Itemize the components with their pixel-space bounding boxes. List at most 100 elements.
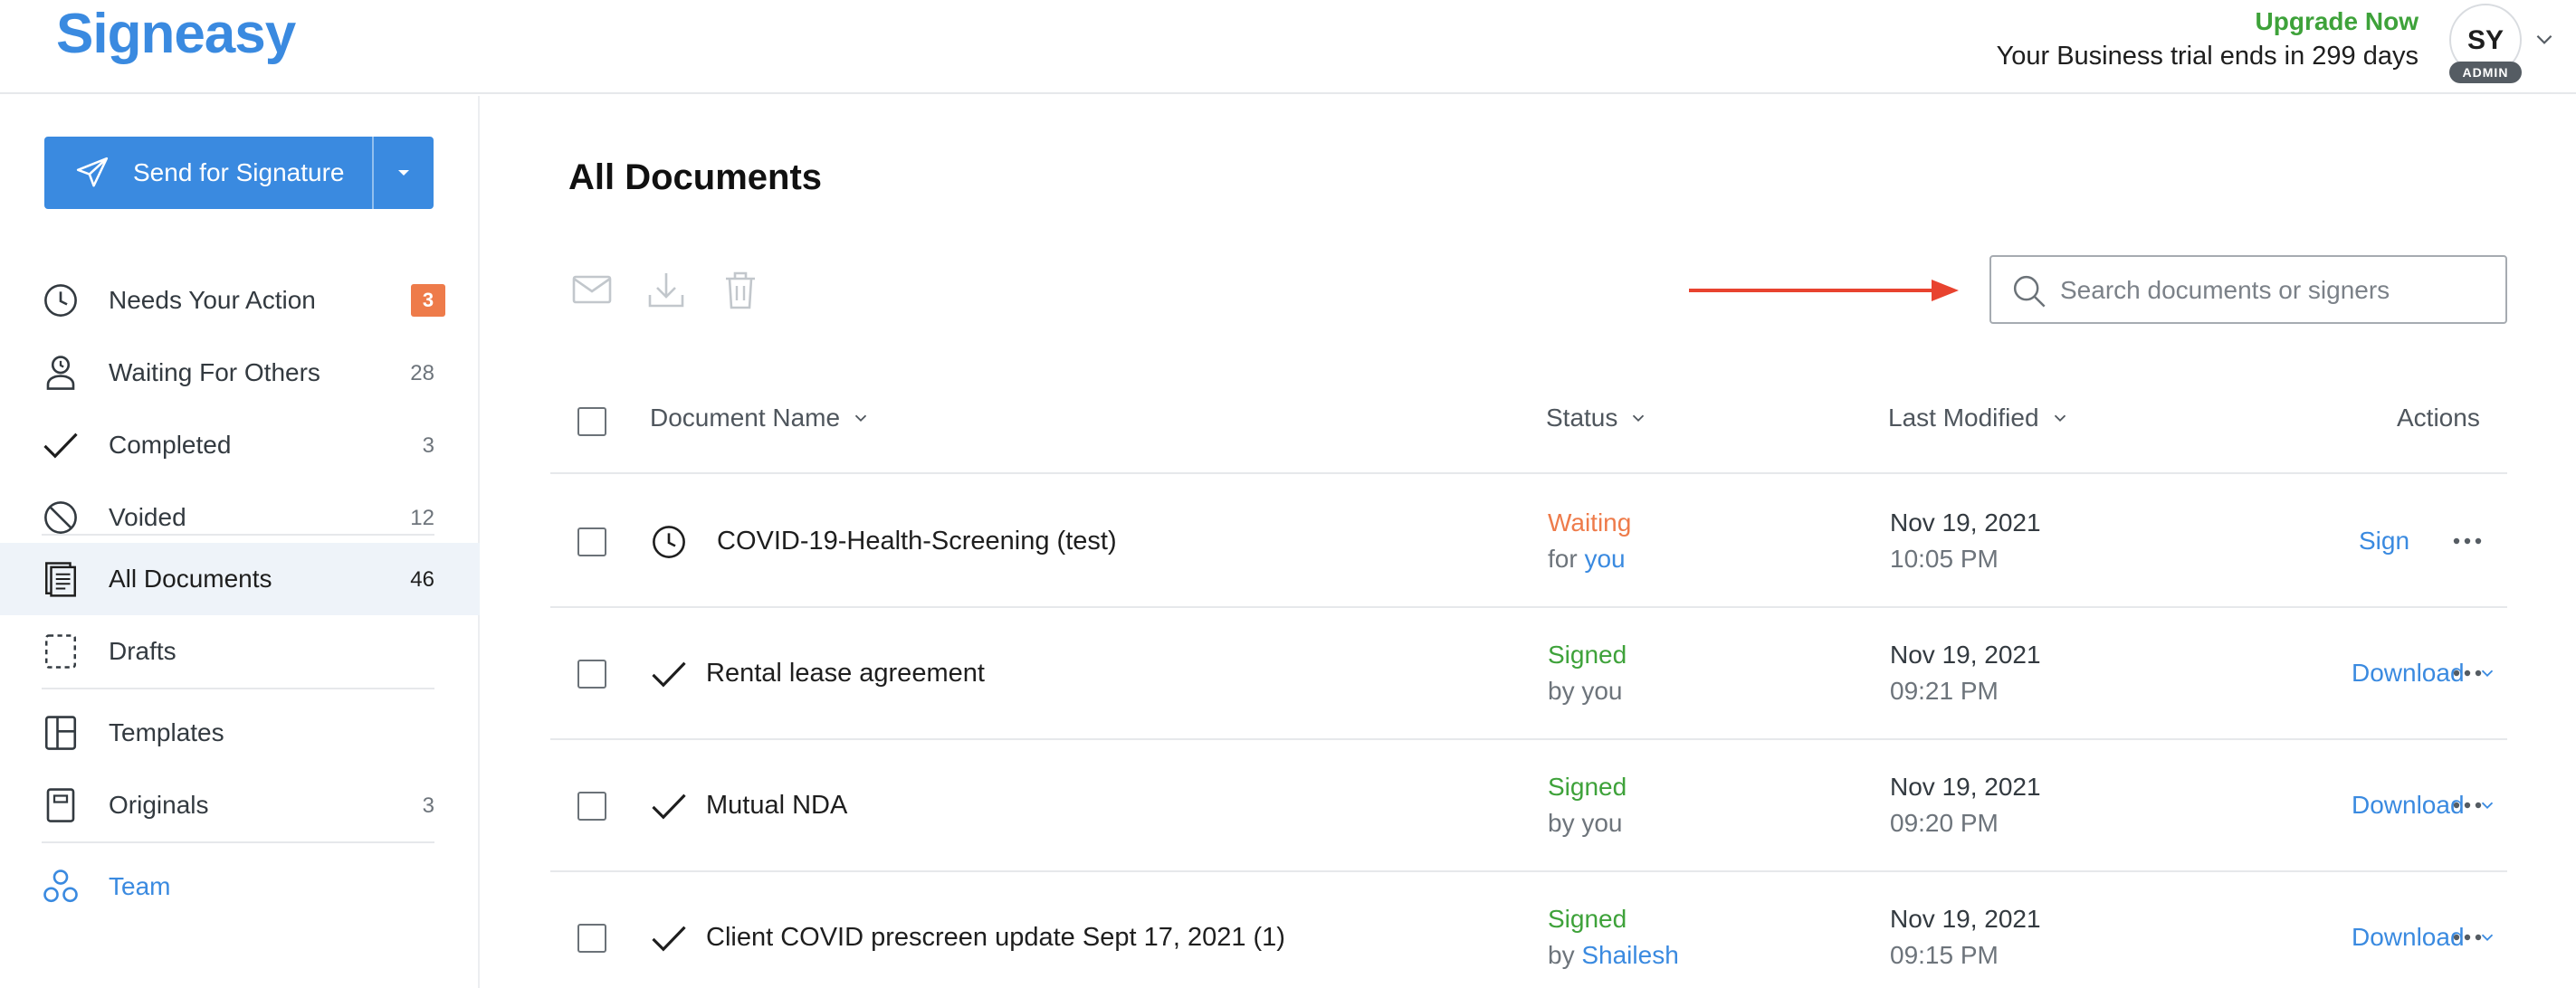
row-checkbox[interactable] — [577, 660, 606, 689]
sidebar-item-needs-action[interactable]: Needs Your Action 3 — [0, 264, 480, 337]
table-row[interactable]: Client COVID prescreen update Sept 17, 2… — [550, 872, 2507, 988]
table-row[interactable]: COVID-19-Health-Screening (test) Waiting… — [550, 476, 2507, 608]
divider — [42, 688, 434, 689]
email-icon[interactable] — [570, 268, 614, 311]
original-icon — [46, 788, 75, 822]
trash-icon[interactable] — [719, 268, 762, 311]
send-main-button[interactable]: Send for Signature — [44, 137, 374, 209]
status-prefix: for — [1548, 545, 1578, 573]
row-checkbox[interactable] — [577, 792, 606, 821]
check-icon — [652, 661, 686, 688]
modified-date: Nov 19, 2021 — [1890, 905, 2041, 933]
status-prefix: by — [1548, 941, 1575, 969]
modified-time: 10:05 PM — [1890, 545, 1999, 573]
select-all-checkbox[interactable] — [577, 407, 606, 436]
sidebar-item-label: Waiting For Others — [109, 358, 320, 386]
user-clock-icon — [46, 356, 75, 390]
clock-icon — [44, 284, 77, 317]
status-who[interactable]: you — [1584, 545, 1625, 573]
chevron-down-icon — [1633, 414, 1645, 423]
more-icon[interactable] — [2451, 926, 2484, 948]
sidebar-item-drafts[interactable]: Drafts — [0, 615, 480, 688]
status-detail: for you — [1548, 545, 1626, 574]
column-last-modified[interactable]: Last Modified — [1888, 404, 2070, 432]
paper-plane-icon — [76, 157, 109, 187]
sign-button[interactable]: Sign — [2359, 527, 2409, 556]
more-icon[interactable] — [2451, 794, 2484, 816]
send-label: Send for Signature — [133, 158, 345, 186]
count-badge: 3 — [411, 284, 445, 317]
check-icon — [43, 432, 78, 459]
sidebar-item-label: Team — [109, 872, 171, 900]
clock-icon — [653, 526, 685, 558]
more-icon[interactable] — [2451, 530, 2484, 552]
search-box[interactable] — [1989, 255, 2507, 324]
row-checkbox[interactable] — [577, 527, 606, 556]
sidebar-item-waiting[interactable]: Waiting For Others 28 — [0, 337, 480, 409]
column-label: Last Modified — [1888, 404, 2039, 432]
sidebar: Send for Signature Needs Your Action 3 W… — [0, 96, 480, 988]
sidebar-item-originals[interactable]: Originals 3 — [0, 769, 480, 841]
sidebar-item-label: Templates — [109, 718, 224, 746]
chevron-down-icon[interactable] — [2533, 27, 2556, 51]
annotation-arrow-icon — [1689, 280, 1959, 301]
modified-date: Nov 19, 2021 — [1890, 508, 2041, 537]
status-prefix: by you — [1548, 677, 1623, 705]
status-label: Signed — [1548, 641, 1627, 669]
search-icon — [2013, 275, 2046, 308]
chevron-down-icon — [2054, 414, 2066, 423]
top-header: Signeasy Upgrade Now Your Business trial… — [0, 0, 2576, 94]
item-count: 3 — [422, 793, 434, 818]
status-who[interactable]: Shailesh — [1581, 941, 1678, 969]
document-name[interactable]: Mutual NDA — [706, 791, 847, 821]
sidebar-item-completed[interactable]: Completed 3 — [0, 409, 480, 481]
row-checkbox[interactable] — [577, 924, 606, 953]
download-icon[interactable] — [644, 268, 688, 311]
divider — [42, 534, 434, 536]
sidebar-item-all-documents[interactable]: All Documents 46 — [0, 543, 480, 615]
table-header: Document Name Status Last Modified Actio… — [550, 367, 2507, 474]
status-prefix: by you — [1548, 809, 1623, 837]
sidebar-item-team[interactable]: Team — [0, 850, 480, 923]
table-row[interactable]: Mutual NDA Signed by you Nov 19, 2021 09… — [550, 740, 2507, 872]
column-document-name[interactable]: Document Name — [650, 404, 871, 432]
more-icon[interactable] — [2451, 662, 2484, 684]
check-icon — [652, 793, 686, 820]
documents-icon — [45, 562, 76, 597]
send-for-signature-button[interactable]: Send for Signature — [44, 137, 434, 209]
document-name[interactable]: Client COVID prescreen update Sept 17, 2… — [706, 923, 1285, 953]
check-icon — [652, 926, 686, 952]
modified-time: 09:21 PM — [1890, 677, 1999, 705]
sidebar-item-label: Voided — [109, 503, 186, 531]
app-logo[interactable]: Signeasy — [56, 2, 296, 66]
search-input[interactable] — [2060, 270, 2495, 311]
chevron-down-icon — [854, 414, 867, 423]
status-detail: by Shailesh — [1548, 941, 1679, 970]
sidebar-item-label: All Documents — [109, 565, 272, 593]
item-count: 28 — [410, 361, 434, 385]
sidebar-item-label: Completed — [109, 431, 232, 459]
draft-icon — [45, 634, 76, 669]
modified-time: 09:15 PM — [1890, 941, 1999, 969]
modified-time: 09:20 PM — [1890, 809, 1999, 837]
status-detail: by you — [1548, 809, 1623, 838]
column-label: Status — [1546, 404, 1618, 432]
sidebar-item-label: Needs Your Action — [109, 286, 316, 314]
table-row[interactable]: Rental lease agreement Signed by you Nov… — [550, 608, 2507, 740]
column-status[interactable]: Status — [1546, 404, 1648, 432]
trial-notice: Your Business trial ends in 299 days — [1996, 42, 2419, 71]
sidebar-item-templates[interactable]: Templates — [0, 697, 480, 769]
document-name[interactable]: COVID-19-Health-Screening (test) — [717, 527, 1117, 556]
item-count: 3 — [422, 433, 434, 458]
main-content: All Documents Document Name Status — [482, 96, 2576, 988]
document-name[interactable]: Rental lease agreement — [706, 659, 985, 689]
template-icon — [44, 716, 77, 750]
status-label: Signed — [1548, 773, 1627, 801]
modified-date: Nov 19, 2021 — [1890, 641, 2041, 669]
ban-icon — [44, 501, 77, 534]
item-count: 46 — [410, 567, 434, 592]
caret-down-icon — [398, 170, 409, 176]
role-badge: ADMIN — [2449, 62, 2522, 83]
send-dropdown-button[interactable] — [374, 137, 434, 209]
upgrade-link[interactable]: Upgrade Now — [2256, 7, 2419, 36]
